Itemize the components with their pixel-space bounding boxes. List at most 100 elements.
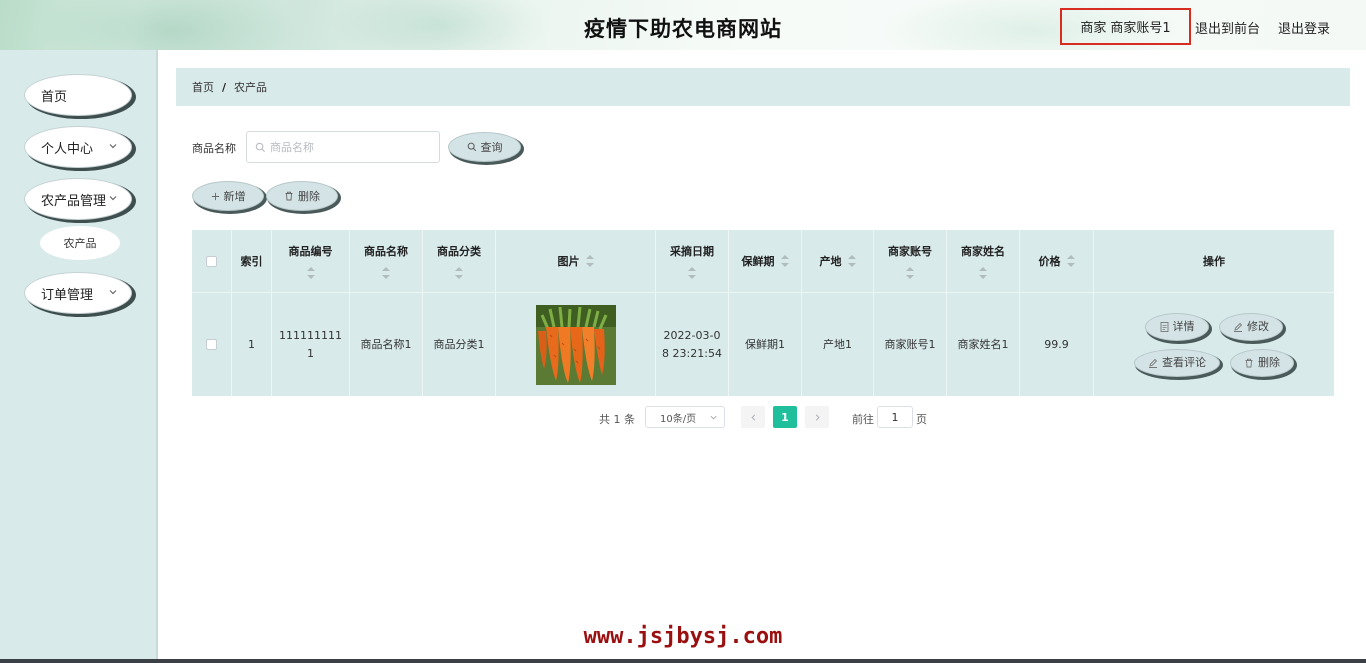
sidebar-item-personal-center[interactable]: 个人中心	[24, 126, 132, 168]
chevron-down-icon	[109, 290, 117, 295]
sort-icon[interactable]	[906, 267, 914, 279]
header-shelf-life-label: 保鲜期	[741, 255, 775, 268]
logout-link[interactable]: 退出登录	[1278, 18, 1330, 37]
header-account[interactable]: 商家账号	[874, 230, 947, 292]
trash-icon	[1245, 358, 1253, 367]
sidebar-item-label: 农产品管理	[41, 193, 107, 209]
sort-icon[interactable]	[780, 255, 789, 267]
detail-button-label: 详情	[1172, 319, 1195, 333]
header-code[interactable]: 商品编号	[272, 230, 350, 292]
sidebar-item-home[interactable]: 首页	[24, 74, 132, 116]
sort-icon[interactable]	[585, 255, 594, 267]
breadcrumb-current: 农产品	[234, 81, 268, 94]
add-button-label: 新增	[223, 190, 246, 203]
cell-date: 2022-03-0 8 23:21:54	[656, 293, 729, 396]
edit-icon	[1234, 322, 1243, 332]
prev-page-button[interactable]	[741, 406, 765, 428]
watermark: www.jsjbysj.com	[583, 624, 783, 649]
header-category[interactable]: 商品分类	[423, 230, 496, 292]
header-date[interactable]: 采摘日期	[656, 230, 729, 292]
plus-icon	[211, 192, 219, 200]
user-role: 商家	[1080, 21, 1107, 36]
header-index-label: 索引	[240, 255, 263, 268]
cell-name: 商品名称1	[350, 293, 423, 396]
search-button[interactable]: 查询	[448, 132, 521, 162]
goto-unit: 页	[916, 413, 927, 426]
header-origin[interactable]: 产地	[802, 230, 874, 292]
next-page-button[interactable]	[805, 406, 829, 428]
sort-icon[interactable]	[1066, 255, 1075, 267]
table-header: 索引 商品编号 商品名称 商品分类 图片 采摘日期 保鲜期 产地 商家账号 商家…	[192, 230, 1334, 293]
sidebar-item-label: 订单管理	[41, 287, 94, 303]
cell-ops: 详情 修改 查看评论 删除	[1094, 293, 1334, 396]
cell-account-value: 商家账号1	[884, 337, 936, 351]
row-checkbox[interactable]	[206, 339, 217, 350]
header-shelf-life[interactable]: 保鲜期	[729, 230, 802, 292]
view-comments-button-label: 查看评论	[1162, 355, 1206, 369]
cell-price-value: 99.9	[1044, 337, 1069, 351]
search-label: 商品名称	[192, 142, 236, 155]
goto-page-input[interactable]: 1	[877, 406, 913, 428]
sidebar-item-product-management[interactable]: 农产品管理	[24, 178, 132, 220]
edit-button-label: 修改	[1247, 319, 1269, 333]
sidebar-item-order-management[interactable]: 订单管理	[24, 272, 132, 314]
header-merchant-label: 商家姓名	[961, 245, 1005, 258]
add-button[interactable]: 新增	[192, 181, 264, 211]
header-image-label: 图片	[557, 255, 580, 268]
search-input[interactable]	[270, 140, 430, 154]
cell-code-line1: 111111111	[279, 328, 342, 342]
sidebar-subitem-products[interactable]: 农产品	[40, 226, 120, 260]
page-number-current[interactable]: 1	[773, 406, 797, 428]
sort-icon[interactable]	[847, 255, 856, 267]
header-merchant[interactable]: 商家姓名	[947, 230, 1020, 292]
header-price[interactable]: 价格	[1020, 230, 1094, 292]
cell-category: 商品分类1	[423, 293, 496, 396]
batch-delete-button[interactable]: 删除	[266, 181, 338, 211]
product-image[interactable]	[535, 304, 616, 385]
search-button-label: 查询	[480, 141, 503, 154]
sort-icon[interactable]	[455, 267, 463, 279]
edit-icon	[1149, 358, 1158, 368]
cell-account: 商家账号1	[874, 293, 947, 396]
chevron-down-icon	[109, 196, 117, 201]
pagination: 共 1 条 10条/页 1 前往 1 页	[0, 406, 1366, 428]
delete-button[interactable]: 删除	[1230, 348, 1294, 377]
chevron-right-icon	[815, 413, 820, 421]
cell-code-line2: 1	[307, 346, 314, 360]
top-header: 疫情下助农电商网站 商家 商家账号1 退出到前台 退出登录	[0, 0, 1366, 50]
header-select-all	[192, 230, 232, 292]
page-size-select[interactable]: 10条/页	[645, 406, 725, 428]
breadcrumb-separator: /	[222, 80, 227, 94]
header-name[interactable]: 商品名称	[350, 230, 423, 292]
header-image[interactable]: 图片	[496, 230, 656, 292]
sort-icon[interactable]	[688, 267, 696, 279]
sidebar: 首页 个人中心 农产品管理 农产品 订单管理	[0, 50, 158, 663]
breadcrumb: 首页 / 农产品	[176, 68, 1350, 106]
select-all-checkbox[interactable]	[206, 255, 217, 267]
header-index: 索引	[232, 230, 272, 292]
view-comments-button[interactable]: 查看评论	[1134, 348, 1220, 377]
edit-button[interactable]: 修改	[1219, 312, 1283, 341]
breadcrumb-home[interactable]: 首页	[192, 79, 214, 95]
detail-button[interactable]: 详情	[1145, 312, 1209, 341]
sort-icon[interactable]	[306, 267, 315, 279]
search-box[interactable]	[246, 131, 440, 163]
header-ops-label: 操作	[1203, 255, 1225, 268]
header-name-label: 商品名称	[364, 245, 408, 258]
delete-button-label: 删除	[1258, 355, 1280, 369]
pagination-total: 共 1 条	[599, 413, 635, 426]
sort-icon[interactable]	[979, 267, 987, 279]
header-category-label: 商品分类	[437, 245, 481, 258]
trash-icon	[285, 191, 293, 201]
cell-merchant-value: 商家姓名1	[957, 337, 1009, 351]
header-account-label: 商家账号	[888, 245, 932, 258]
cell-price: 99.9	[1020, 293, 1094, 396]
cell-index: 1	[232, 293, 272, 396]
cell-code: 111111111 1	[272, 293, 350, 396]
back-to-front-link[interactable]: 退出到前台	[1195, 18, 1260, 37]
cell-shelf-life: 保鲜期1	[729, 293, 802, 396]
sort-icon[interactable]	[382, 267, 390, 279]
cell-origin-value: 产地1	[823, 337, 852, 351]
page-size-value: 10条/页	[660, 413, 697, 425]
cell-origin: 产地1	[802, 293, 874, 396]
